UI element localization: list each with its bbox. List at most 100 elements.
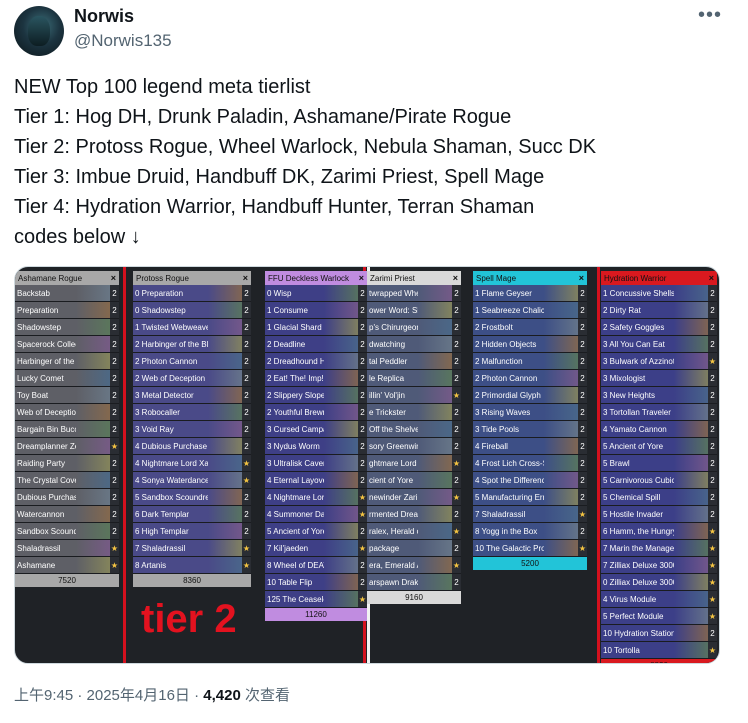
card-count: 2 [110,285,119,301]
card-art [76,540,110,556]
card-row: illin' Vol'jin ★ [367,387,461,404]
card-count: ★ [708,608,717,624]
card-row: Bargain Bin Buccaneer 2 [15,421,119,438]
card-row: 5 Brawl 2 [601,455,717,472]
deck-list: Hydration Warrior × 1 Concussive Shells 2 2 … [601,271,717,663]
card-count: 2 [708,438,717,454]
card-name: 5 Ancient of Yore [267,526,324,536]
card-name: le Replica [369,373,405,383]
card-row: 1 Concussive Shells 2 [601,285,717,302]
card-art [208,540,242,556]
card-art [544,472,578,488]
card-row: 2 Photon Cannon 2 [473,370,587,387]
card-name: Shadowstep [17,322,62,332]
card-name: e Trickster [369,407,406,417]
card-name: sory Greenwing [369,441,418,451]
handle[interactable]: @Norwis135 [74,31,172,51]
card-name: 3 Nydus Worm [267,441,320,451]
card-art [674,489,708,505]
card-count: 2 [242,489,251,505]
card-count: ★ [708,540,717,556]
card-name: ower Word: Shield [369,305,418,315]
card-name: newinder Zarimi [369,492,418,502]
card-art [674,319,708,335]
card-art [208,336,242,352]
card-art [544,387,578,403]
card-art [76,319,110,335]
card-count: 2 [708,421,717,437]
card-count: ★ [452,523,461,539]
card-count: 2 [358,404,367,420]
deck-header: Zarimi Priest × [367,271,461,285]
card-count: 2 [242,319,251,335]
tweet-image[interactable]: Ashamane Rogue × Backstab 2 Preparation 2 Shad… [14,266,720,664]
card-row: 2 Dirty Rat 2 [601,302,717,319]
deck-dust-cost: 7520 [15,574,119,587]
card-name: 10 Table Flip [267,577,313,587]
card-name: 6 High Templar [135,526,189,536]
card-count: 2 [578,438,587,454]
card-row: Off the Shelves 2 [367,421,461,438]
card-art [324,489,358,505]
card-name: 2 Dirty Rat [603,305,641,315]
card-count: ★ [708,523,717,539]
card-count: 2 [708,625,717,641]
close-icon: × [578,272,584,283]
card-count: ★ [242,472,251,488]
card-art [544,506,578,522]
card-row: 7 Shaladrassil ★ [473,506,587,523]
card-name: Bargain Bin Buccaneer [17,424,76,434]
card-art [324,319,358,335]
card-art [76,557,110,573]
card-row: 10 The Galactic Projection Orb ★ [473,540,587,557]
card-count: ★ [452,455,461,471]
card-row: 6 Hamm, the Hungry ★ [601,523,717,540]
card-count: 2 [110,387,119,403]
card-row: Dreamplanner Zephrys ★ [15,438,119,455]
tweet-line: Tier 3: Imbue Druid, Handbuff DK, Zarimi… [14,166,545,188]
card-count: 2 [452,285,461,301]
card-row: 5 Hostile Invader 2 [601,506,717,523]
card-art [418,438,452,454]
card-art [674,302,708,318]
card-row: Preparation 2 [15,302,119,319]
card-art [674,438,708,454]
avatar[interactable] [14,6,64,56]
card-name: 1 Concussive Shells [603,288,674,298]
card-art [324,404,358,420]
card-row: Spacerock Collector 2 [15,336,119,353]
card-row: 7 Marin the Manager ★ [601,540,717,557]
card-row: 3 New Heights 2 [601,387,717,404]
card-count: 2 [242,370,251,386]
display-name[interactable]: Norwis [74,6,134,27]
card-count: 2 [358,523,367,539]
card-row: 1 Glacial Shard 2 [265,319,367,336]
card-art [674,353,708,369]
card-art [324,591,358,607]
card-row: 4 Frost Lich Cross-Stitch 2 [473,455,587,472]
card-count: 2 [452,370,461,386]
card-art [208,472,242,488]
card-name: 0 Preparation [135,288,184,298]
card-art [544,285,578,301]
card-count: 2 [242,387,251,403]
tweet-line: Tier 4: Hydration Warrior, Handbuff Hunt… [14,196,535,218]
card-count: 2 [578,523,587,539]
card-name: 1 Seabreeze Chalice [475,305,544,315]
card-count: 2 [358,319,367,335]
timestamp[interactable]: 上午9:45 · 2025年4月16日 · [14,687,203,704]
card-art [674,472,708,488]
card-art [544,523,578,539]
card-count: 2 [452,336,461,352]
card-art [208,404,242,420]
card-count: 2 [110,506,119,522]
card-row: 3 Metal Detector 2 [133,387,251,404]
view-count: 4,420 [203,687,241,704]
more-horizontal-icon[interactable]: ••• [698,4,722,27]
card-name: 2 Youthful Brewmaster [267,407,324,417]
card-count: 2 [578,489,587,505]
card-count: 2 [110,472,119,488]
card-row: 2 Youthful Brewmaster 2 [265,404,367,421]
card-art [418,336,452,352]
card-art [324,336,358,352]
